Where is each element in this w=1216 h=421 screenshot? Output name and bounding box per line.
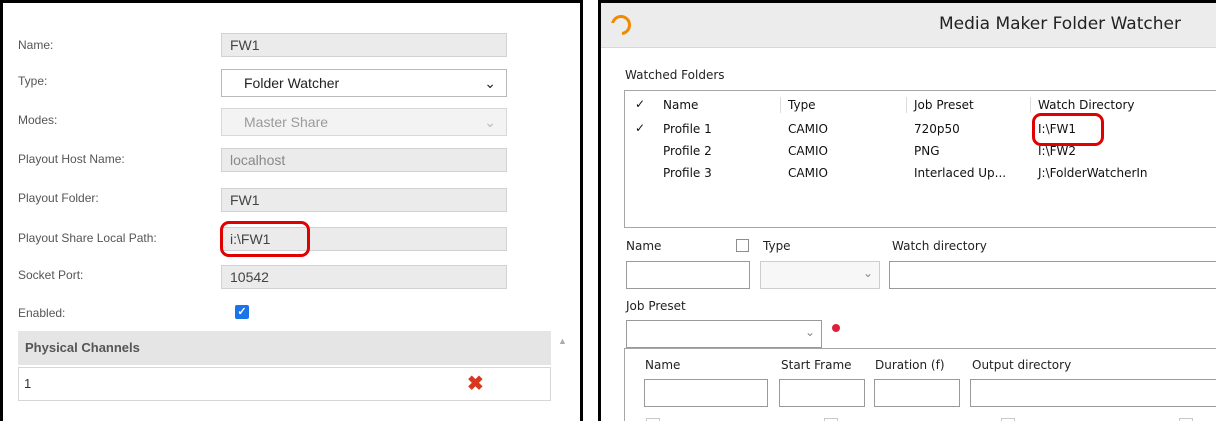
output-name-label: Name [645,358,681,372]
table-row[interactable]: Profile 2 CAMIO PNG I:\FW2 [625,141,1216,163]
chevron-down-icon: ⌄ [804,325,815,339]
job-preset-select[interactable]: ⌄ [626,320,822,348]
type-checkbox[interactable] [736,239,749,252]
red-dot-icon [832,324,840,332]
duration-input[interactable] [874,379,960,407]
row-dir: J:\FolderWatcherIn [1038,166,1148,180]
output-directory-input[interactable] [970,379,1216,407]
playout-host-label: Playout Host Name: [18,152,125,166]
chevron-down-icon: ⌄ [484,114,496,130]
scroll-up-arrow-icon[interactable]: ▲ [558,336,567,346]
start-frame-input[interactable] [779,379,865,407]
profile-name-input[interactable] [626,261,750,289]
playout-folder-label: Playout Folder: [18,191,99,205]
watch-directory-input[interactable] [889,261,1216,289]
watched-folders-list[interactable]: ✓ Name Type Job Preset Watch Directory ✓… [624,90,1216,228]
watch-directory-label: Watch directory [892,239,987,253]
type-select[interactable]: Folder Watcher ⌄ [221,69,507,97]
row-preset: Interlaced Up... [914,166,1007,180]
modes-select-value: Master Share [244,114,329,130]
column-header-watch-directory[interactable]: Watch Directory [1038,98,1134,112]
output-name-input[interactable] [644,379,768,407]
type-select-value: Folder Watcher [244,75,340,91]
chevron-down-icon: ⌄ [484,75,496,91]
title-bar: Media Maker Folder Watcher [601,3,1216,48]
column-divider[interactable] [906,97,907,113]
row-name: Profile 3 [663,166,712,180]
channel-value: 1 [24,376,32,391]
highlight-circle [220,221,310,257]
watched-folders-label: Watched Folders [625,68,725,82]
physical-channels-title: Physical Channels [25,340,140,355]
channel-settings-panel: Name: FW1 Type: Folder Watcher ⌄ Modes: … [0,0,583,421]
name-field[interactable]: FW1 [221,33,507,57]
delete-x-icon[interactable]: ✖ [467,373,484,395]
row-type: CAMIO [788,144,828,158]
row-check-mark[interactable]: ✓ [635,121,645,135]
enabled-label: Enabled: [18,306,66,320]
modes-label: Modes: [18,113,58,127]
column-header-type[interactable]: Type [788,98,816,112]
header-check-mark: ✓ [635,97,646,111]
physical-channels-header: Physical Channels [18,331,551,365]
column-divider[interactable] [1030,97,1031,113]
column-divider[interactable] [780,97,781,113]
start-frame-label: Start Frame [781,358,852,372]
highlight-circle [1032,113,1104,146]
app-logo-icon [611,15,631,35]
output-directory-label: Output directory [972,358,1072,372]
type-select: ⌄ [760,261,880,289]
name-label: Name [626,239,662,253]
row-preset: PNG [914,144,940,158]
table-row[interactable]: Profile 3 CAMIO Interlaced Up... J:\Fold… [625,163,1216,185]
table-row: 1 ✖ [18,367,551,401]
folder-watcher-window: Media Maker Folder Watcher Watched Folde… [598,0,1216,421]
type-label: Type [763,239,791,253]
table-row[interactable]: ✓ Profile 1 CAMIO 720p50 I:\FW1 [625,118,1216,140]
row-preset: 720p50 [914,122,960,136]
column-header-job-preset[interactable]: Job Preset [914,98,974,112]
socket-port-field[interactable]: 10542 [221,265,507,289]
row-name: Profile 2 [663,144,712,158]
name-label: Name: [18,38,54,52]
window-title: Media Maker Folder Watcher [939,14,1181,34]
modes-select: Master Share ⌄ [221,108,507,136]
duration-label: Duration (f) [875,358,945,372]
socket-port-label: Socket Port: [18,268,84,282]
share-local-path-label: Playout Share Local Path: [18,231,157,245]
playout-host-field[interactable]: localhost [221,148,507,172]
chevron-down-icon: ⌄ [862,266,873,280]
playout-folder-field[interactable]: FW1 [221,188,507,212]
enabled-checkbox[interactable]: ✓ [235,305,249,319]
row-name: Profile 1 [663,122,712,136]
job-preset-label: Job Preset [626,299,686,313]
type-label: Type: [18,74,48,88]
row-type: CAMIO [788,166,828,180]
row-type: CAMIO [788,122,828,136]
row-dir: I:\FW2 [1038,144,1077,158]
column-header-name[interactable]: Name [663,98,698,112]
